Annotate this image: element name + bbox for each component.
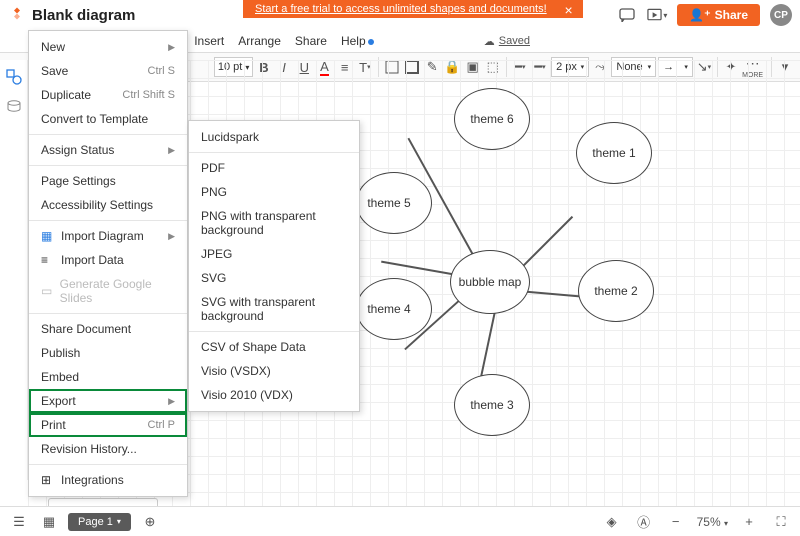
ex-jpeg[interactable]: JPEG <box>189 242 359 266</box>
a11y-icon[interactable]: Ⓐ <box>633 511 655 533</box>
slides-icon: ▭ <box>41 284 54 298</box>
zoom-level[interactable]: 75% ▾ <box>697 515 728 529</box>
zoom-out-icon[interactable]: − <box>665 511 687 533</box>
close-icon[interactable]: × <box>564 2 572 18</box>
saved-indicator[interactable]: ☁Saved <box>484 35 530 48</box>
database-icon: ≡ <box>41 253 55 267</box>
fm-new[interactable]: New▶ <box>29 35 187 59</box>
fm-export[interactable]: Export▶ <box>29 389 187 413</box>
data-icon[interactable] <box>5 98 23 116</box>
share-button[interactable]: 👤⁺Share <box>677 4 760 26</box>
fm-embed[interactable]: Embed <box>29 365 187 389</box>
present-icon[interactable]: ▾ <box>647 6 667 24</box>
ex-png-transparent[interactable]: PNG with transparent background <box>189 204 359 242</box>
bottombar: ☰ ▦ Page 1▾ ⊕ ◈ Ⓐ − 75% ▾ + ⛶ <box>0 506 800 536</box>
ex-lucidspark[interactable]: Lucidspark <box>189 125 359 149</box>
grid-view-icon[interactable]: ▦ <box>38 511 60 533</box>
bubble-theme-2[interactable]: theme 2 <box>578 260 654 322</box>
zoom-in-icon[interactable]: + <box>738 511 760 533</box>
page-tab[interactable]: Page 1▾ <box>68 513 131 531</box>
integrations-icon: ⊞ <box>41 473 55 487</box>
file-menu: New▶ SaveCtrl S DuplicateCtrl Shift S Co… <box>28 30 188 497</box>
ex-svg-transparent[interactable]: SVG with transparent background <box>189 290 359 328</box>
fm-print[interactable]: PrintCtrl P <box>29 413 187 437</box>
app-logo <box>8 6 26 24</box>
bubble-theme-5[interactable]: theme 5 <box>356 172 432 234</box>
fm-assign-status[interactable]: Assign Status▶ <box>29 138 187 162</box>
ex-png[interactable]: PNG <box>189 180 359 204</box>
menu-arrange[interactable]: Arrange <box>231 32 288 50</box>
fm-page-settings[interactable]: Page Settings <box>29 169 187 193</box>
add-page-icon[interactable]: ⊕ <box>139 511 161 533</box>
chevron-right-icon: ▶ <box>168 396 175 407</box>
ex-vdx[interactable]: Visio 2010 (VDX) <box>189 383 359 407</box>
ex-vsdx[interactable]: Visio (VSDX) <box>189 359 359 383</box>
layers-icon[interactable]: ◈ <box>601 511 623 533</box>
fm-convert[interactable]: Convert to Template <box>29 107 187 131</box>
fm-import-data[interactable]: ≡Import Data <box>29 248 187 272</box>
fm-duplicate[interactable]: DuplicateCtrl Shift S <box>29 83 187 107</box>
fm-accessibility[interactable]: Accessibility Settings <box>29 193 187 217</box>
comment-icon[interactable] <box>617 6 637 24</box>
bubble-theme-1[interactable]: theme 1 <box>576 122 652 184</box>
visio-icon: ▦ <box>41 229 55 243</box>
fm-save[interactable]: SaveCtrl S <box>29 59 187 83</box>
ex-svg[interactable]: SVG <box>189 266 359 290</box>
fm-publish[interactable]: Publish <box>29 341 187 365</box>
bubble-theme-6[interactable]: theme 6 <box>454 88 530 150</box>
trial-banner[interactable]: Start a free trial to access unlimited s… <box>243 0 583 18</box>
document-title[interactable]: Blank diagram <box>32 7 135 24</box>
bubble-theme-4[interactable]: theme 4 <box>356 278 432 340</box>
menu-help[interactable]: Help <box>334 32 381 50</box>
fm-integrations[interactable]: ⊞Integrations <box>29 468 187 492</box>
chevron-right-icon: ▶ <box>168 145 175 156</box>
chevron-right-icon: ▶ <box>168 231 175 242</box>
left-rail <box>0 60 28 480</box>
shapes-icon[interactable] <box>5 68 23 86</box>
fullscreen-icon[interactable]: ⛶ <box>770 511 792 533</box>
avatar[interactable]: CP <box>770 4 792 26</box>
fm-revision[interactable]: Revision History... <box>29 437 187 461</box>
chevron-right-icon: ▶ <box>168 42 175 53</box>
bubble-center[interactable]: bubble map <box>450 250 530 314</box>
list-view-icon[interactable]: ☰ <box>8 511 30 533</box>
menu-insert[interactable]: Insert <box>187 32 231 50</box>
fm-import-diagram[interactable]: ▦Import Diagram▶ <box>29 224 187 248</box>
fm-share-doc[interactable]: Share Document <box>29 317 187 341</box>
menu-share[interactable]: Share <box>288 32 334 50</box>
import-data-button[interactable]: ⇥ Import Data <box>48 498 158 506</box>
ex-pdf[interactable]: PDF <box>189 156 359 180</box>
export-submenu: Lucidspark PDF PNG PNG with transparent … <box>188 120 360 412</box>
fm-generate-slides: ▭Generate Google Slides <box>29 272 187 310</box>
ex-csv[interactable]: CSV of Shape Data <box>189 335 359 359</box>
bubble-theme-3[interactable]: theme 3 <box>454 374 530 436</box>
